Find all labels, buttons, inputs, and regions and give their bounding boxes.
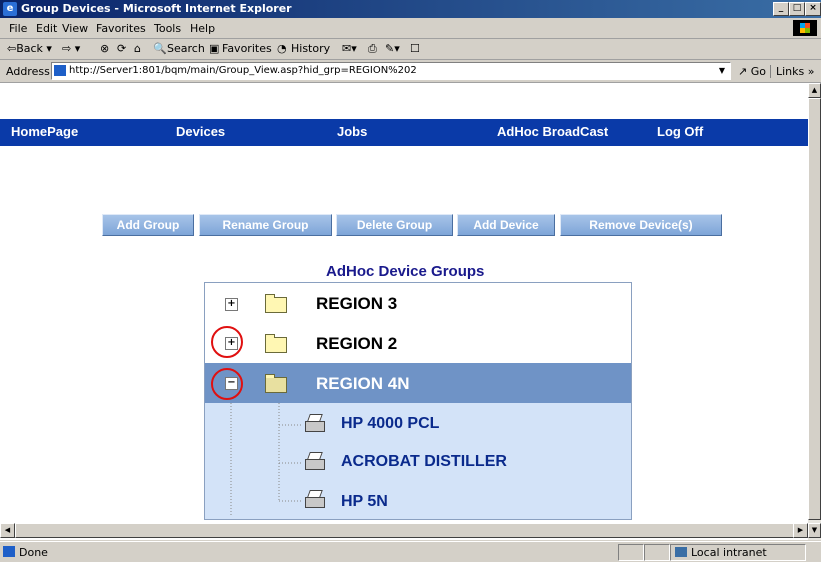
favorites-button[interactable]: Favorites — [222, 42, 272, 55]
folder-icon — [265, 334, 287, 353]
scroll-right-icon[interactable]: ▶ — [793, 523, 808, 538]
menu-view[interactable]: View — [62, 22, 88, 35]
menu-tools[interactable]: Tools — [154, 22, 181, 35]
device-label[interactable]: HP 5N — [341, 493, 388, 511]
device-label[interactable]: ACROBAT DISTILLER — [341, 453, 507, 471]
tree-group-row[interactable]: + REGION 3 — [205, 285, 631, 323]
go-button[interactable]: ↗ Go — [738, 65, 766, 78]
scroll-thumb[interactable] — [808, 98, 821, 520]
favorites-icon[interactable]: ▣ — [209, 42, 219, 55]
window-title: Group Devices - Microsoft Internet Explo… — [21, 2, 292, 15]
search-button[interactable]: Search — [167, 42, 205, 55]
delete-group-button[interactable]: Delete Group — [336, 214, 453, 236]
nav-homepage[interactable]: HomePage — [11, 124, 78, 139]
rename-group-button[interactable]: Rename Group — [199, 214, 332, 236]
printer-icon — [303, 413, 325, 432]
printer-icon — [303, 489, 325, 508]
address-bar: Address ▼ ↗ Go Links » — [0, 60, 821, 83]
go-label: Go — [750, 65, 766, 78]
address-input[interactable] — [69, 64, 709, 77]
links-button[interactable]: Links » — [770, 65, 814, 78]
standard-toolbar: ⇦Back ▾ ⇨ ▾ ⊗ ⟳ ⌂ 🔍 Search ▣ Favorites ◔… — [0, 39, 821, 60]
device-row[interactable]: ACROBAT DISTILLER — [205, 443, 631, 481]
group-label[interactable]: REGION 4N — [316, 374, 410, 394]
forward-button[interactable]: ⇨ ▾ — [62, 42, 80, 55]
add-device-button[interactable]: Add Device — [457, 214, 555, 236]
scroll-up-icon[interactable]: ▲ — [808, 83, 821, 98]
windows-logo-icon — [793, 20, 817, 36]
device-list: HP 4000 PCL ACROBAT DISTILLER HP 5N — [205, 403, 631, 519]
tree-group-row-selected[interactable]: − REGION 4N — [205, 363, 631, 403]
zone-panel: Local intranet — [670, 544, 806, 561]
title-bar: e Group Devices - Microsoft Internet Exp… — [0, 0, 821, 18]
group-label[interactable]: REGION 2 — [316, 334, 397, 354]
scroll-left-icon[interactable]: ◀ — [0, 523, 15, 538]
menu-favorites[interactable]: Favorites — [96, 22, 146, 35]
folder-icon — [265, 294, 287, 313]
highlight-circle — [211, 326, 243, 358]
intranet-icon — [675, 547, 687, 557]
refresh-icon[interactable]: ⟳ — [117, 42, 126, 55]
back-button[interactable]: ⇦Back ▾ — [7, 42, 52, 55]
status-panel — [644, 544, 670, 561]
highlight-circle — [211, 368, 243, 400]
print-icon[interactable]: ⎙ — [368, 42, 377, 56]
menu-help[interactable]: Help — [190, 22, 215, 35]
maximize-button[interactable]: □ — [789, 2, 805, 16]
remove-devices-button[interactable]: Remove Device(s) — [560, 214, 722, 236]
tree-title: AdHoc Device Groups — [326, 263, 485, 280]
add-group-button[interactable]: Add Group — [102, 214, 194, 236]
expand-icon[interactable]: + — [225, 298, 238, 311]
printer-icon — [303, 451, 325, 470]
menu-bar: File Edit View Favorites Tools Help — [0, 18, 821, 39]
tree-group-row[interactable]: + REGION 2 — [205, 323, 631, 363]
status-text: Done — [19, 546, 48, 559]
mail-icon[interactable]: ✉▾ — [342, 42, 357, 55]
top-nav: HomePage Devices Jobs AdHoc BroadCast Lo… — [0, 119, 808, 146]
address-dropdown-icon[interactable]: ▼ — [716, 64, 728, 77]
status-panel — [618, 544, 644, 561]
nav-log-off[interactable]: Log Off — [657, 124, 703, 139]
nav-adhoc-broadcast[interactable]: AdHoc BroadCast — [497, 124, 608, 139]
minimize-button[interactable]: _ — [773, 2, 789, 16]
nav-jobs[interactable]: Jobs — [337, 124, 367, 139]
page-content: HomePage Devices Jobs AdHoc BroadCast Lo… — [0, 83, 808, 540]
horizontal-scrollbar[interactable]: ◀ ▶ — [0, 523, 808, 538]
menu-file[interactable]: File — [9, 22, 27, 35]
page-icon — [3, 546, 15, 557]
status-bar: Done Local intranet — [0, 541, 821, 562]
hscroll-thumb[interactable] — [15, 523, 795, 538]
vertical-scrollbar[interactable]: ▲ ▼ — [808, 83, 821, 540]
device-label[interactable]: HP 4000 PCL — [341, 415, 439, 433]
scroll-down-icon[interactable]: ▼ — [808, 523, 821, 538]
page-icon — [54, 65, 66, 76]
group-label[interactable]: REGION 3 — [316, 294, 397, 314]
device-row[interactable]: HP 4000 PCL — [205, 405, 631, 443]
stop-icon[interactable]: ⊗ — [100, 42, 109, 55]
zone-label: Local intranet — [691, 546, 767, 559]
home-icon[interactable]: ⌂ — [134, 42, 141, 55]
ie-icon: e — [3, 2, 17, 16]
device-row[interactable]: HP 5N — [205, 481, 631, 519]
device-group-tree: + REGION 3 + REGION 2 − REGION 4N HP 400… — [204, 282, 632, 520]
close-button[interactable]: × — [805, 2, 821, 16]
history-icon[interactable]: ◔ — [277, 42, 287, 55]
discuss-icon[interactable]: ☐ — [410, 42, 420, 55]
menu-edit[interactable]: Edit — [36, 22, 57, 35]
open-folder-icon — [265, 374, 287, 393]
search-icon[interactable]: 🔍 — [153, 42, 167, 55]
address-field-box: ▼ — [51, 62, 731, 80]
nav-devices[interactable]: Devices — [176, 124, 225, 139]
edit-icon[interactable]: ✎▾ — [385, 42, 400, 55]
address-label: Address — [6, 65, 50, 78]
history-button[interactable]: History — [291, 42, 330, 55]
